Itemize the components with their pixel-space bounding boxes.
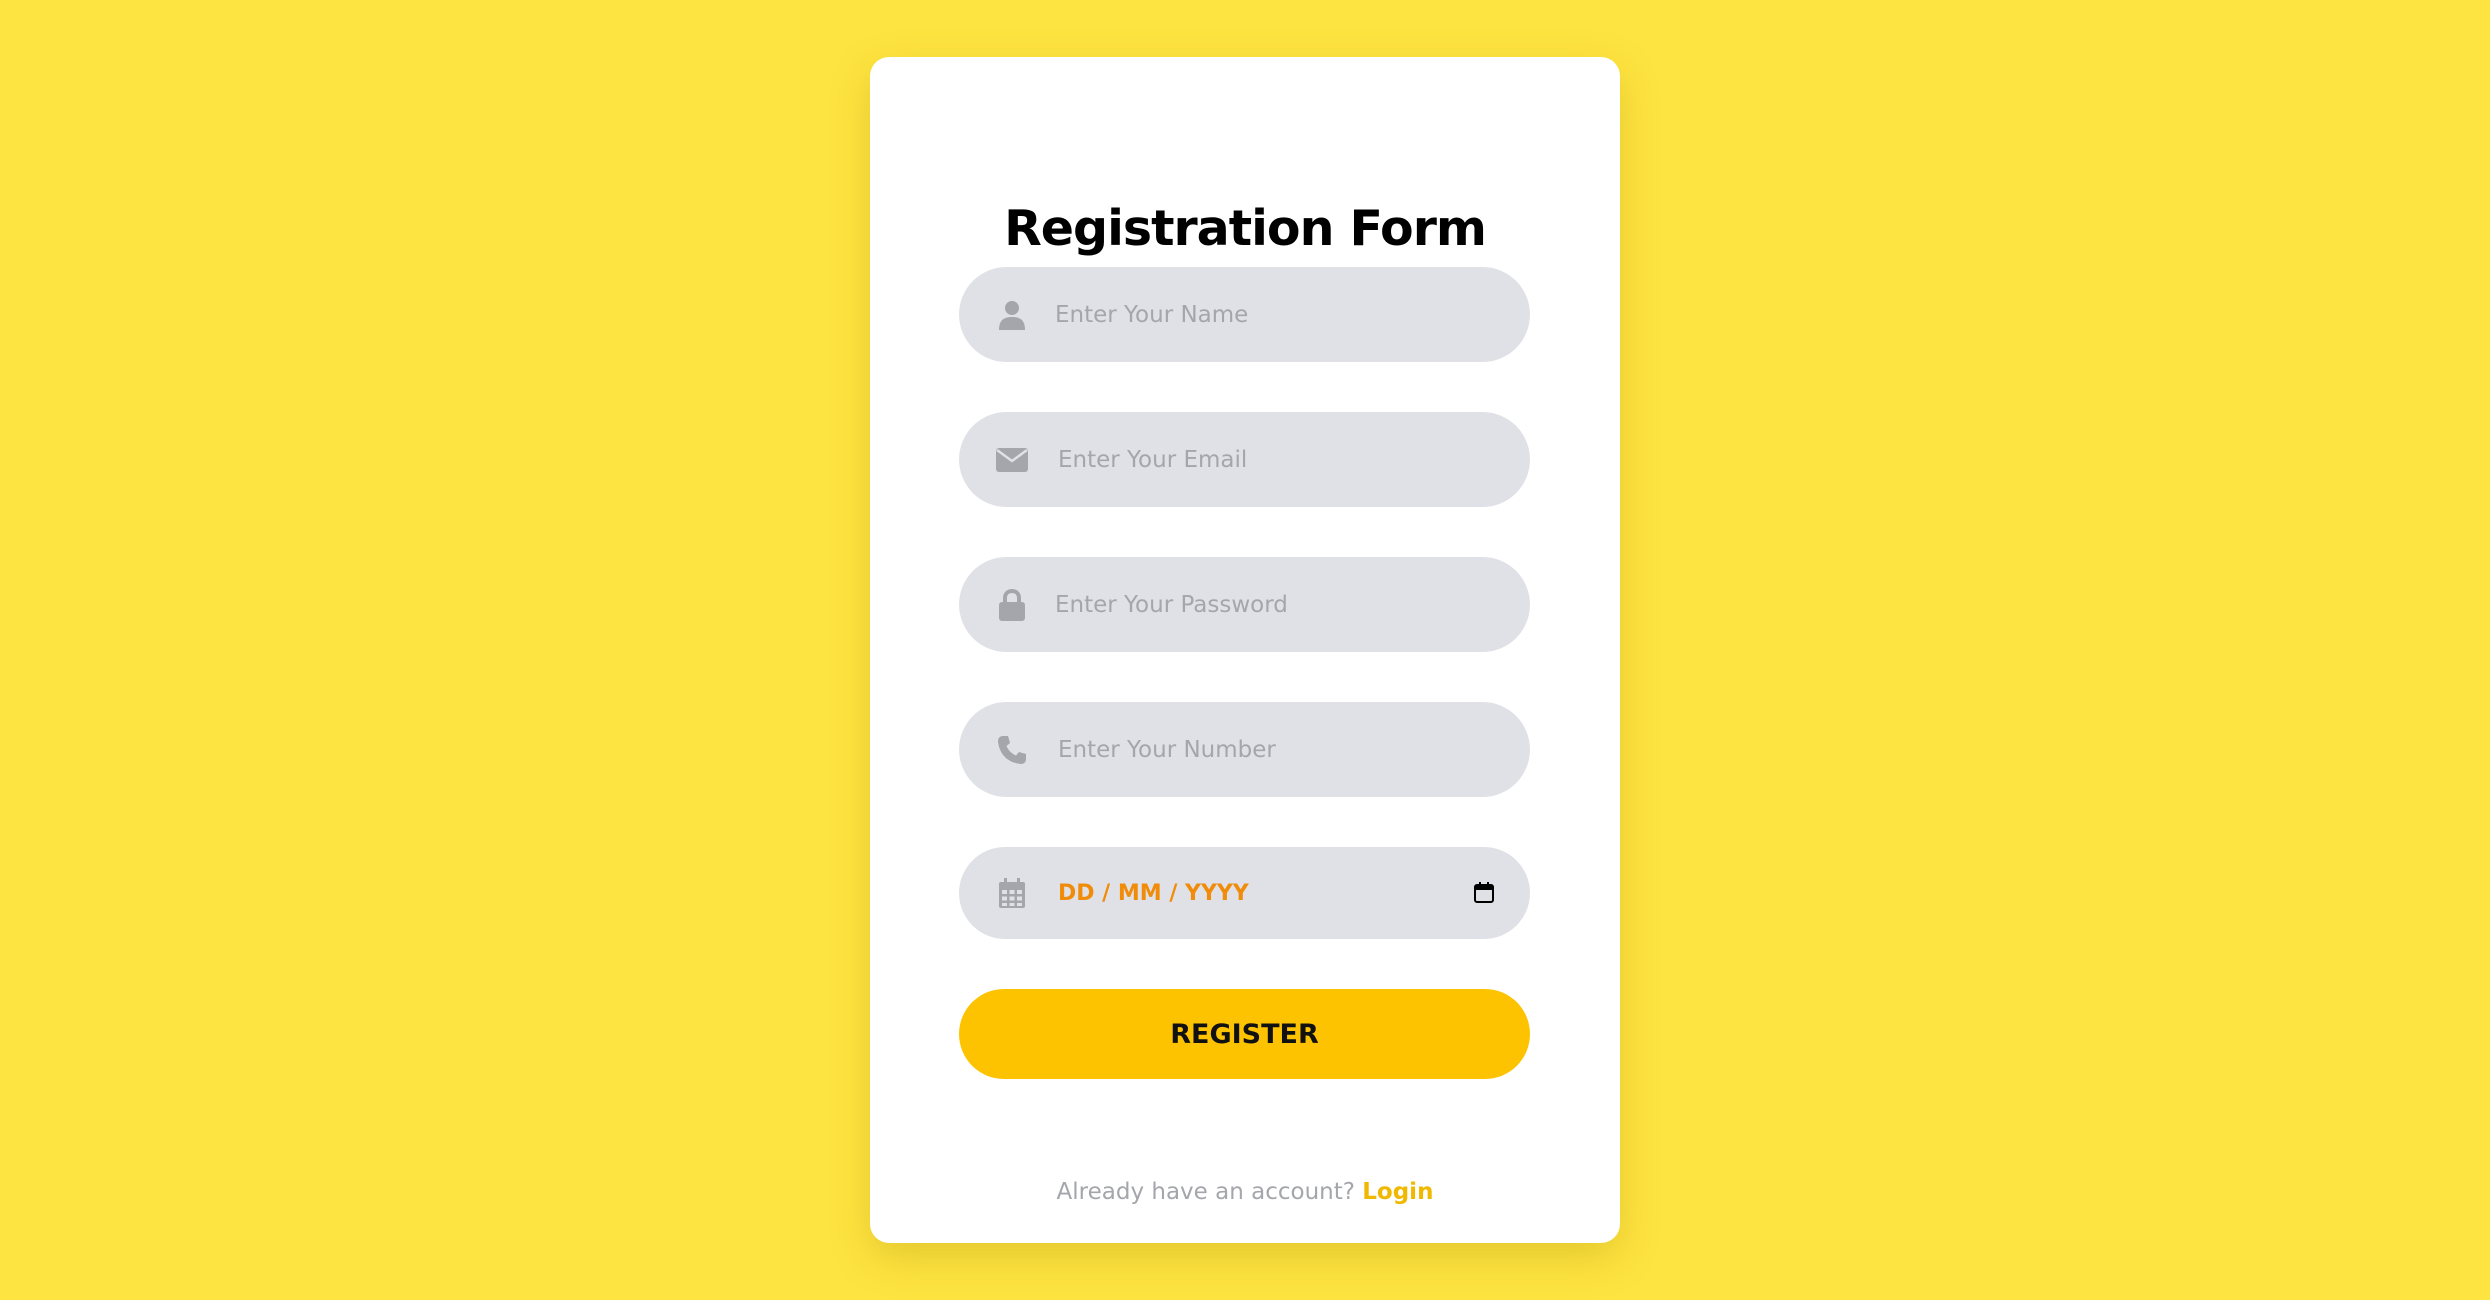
user-icon: [995, 298, 1029, 332]
lock-icon: [995, 588, 1029, 622]
calendar-icon: [995, 876, 1029, 910]
date-input[interactable]: DD / MM / YYYY: [1058, 847, 1249, 939]
registration-card: Registration Form Enter Your Name Enter …: [870, 57, 1620, 1243]
phone-icon: [995, 733, 1029, 767]
footer-text: Already have an account?: [1056, 1179, 1355, 1205]
email-field[interactable]: Enter Your Email: [959, 412, 1530, 507]
name-field[interactable]: Enter Your Name: [959, 267, 1530, 362]
calendar-picker-icon[interactable]: [1473, 882, 1495, 904]
login-prompt: Already have an account? Login: [870, 1179, 1620, 1205]
register-button[interactable]: REGISTER: [959, 989, 1530, 1079]
envelope-icon: [995, 443, 1029, 477]
email-input[interactable]: Enter Your Email: [1058, 412, 1247, 507]
phone-field[interactable]: Enter Your Number: [959, 702, 1530, 797]
password-field[interactable]: Enter Your Password: [959, 557, 1530, 652]
login-link[interactable]: Login: [1362, 1179, 1433, 1205]
form-title: Registration Form: [1004, 200, 1487, 257]
password-input[interactable]: Enter Your Password: [1055, 557, 1288, 652]
date-field[interactable]: DD / MM / YYYY: [959, 847, 1530, 939]
name-input[interactable]: Enter Your Name: [1055, 267, 1248, 362]
number-input[interactable]: Enter Your Number: [1058, 702, 1276, 797]
